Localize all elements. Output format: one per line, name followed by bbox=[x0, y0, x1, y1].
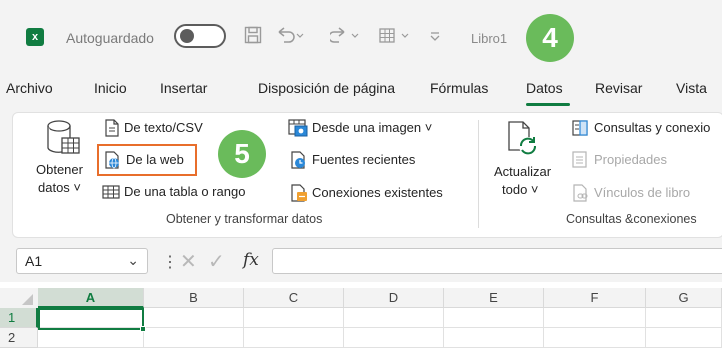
tab-revisar[interactable]: Revisar bbox=[595, 80, 642, 96]
excel-logo-icon: x bbox=[26, 28, 44, 46]
cell[interactable] bbox=[144, 328, 244, 348]
tab-archivo[interactable]: Archivo bbox=[6, 80, 53, 96]
properties-button[interactable]: Propiedades bbox=[594, 152, 667, 167]
image-icon bbox=[288, 119, 308, 142]
from-table-range-button[interactable]: De una tabla o rango bbox=[124, 184, 245, 199]
toggle-knob bbox=[180, 29, 194, 43]
cell[interactable] bbox=[144, 308, 244, 328]
row-header-2[interactable]: 2 bbox=[0, 328, 38, 348]
refresh-all-label-1[interactable]: Actualizar bbox=[494, 164, 551, 179]
book-links-button[interactable]: Vínculos de libro bbox=[594, 185, 690, 200]
fill-handle[interactable] bbox=[140, 326, 146, 332]
insert-function-icon[interactable]: fx bbox=[243, 250, 259, 270]
cell[interactable] bbox=[244, 308, 344, 328]
refresh-all-label-2[interactable]: todo ˅ bbox=[502, 182, 539, 197]
existing-connections-button[interactable]: Conexiones existentes bbox=[312, 185, 443, 200]
step-4-badge: 4 bbox=[526, 14, 574, 62]
autosave-label: Autoguardado bbox=[66, 30, 154, 46]
properties-icon bbox=[572, 151, 588, 174]
text-csv-icon bbox=[104, 119, 120, 142]
existing-connections-icon bbox=[290, 184, 308, 207]
column-header-d[interactable]: D bbox=[344, 288, 444, 308]
from-image-button[interactable]: Desde una imagen ˅ bbox=[312, 120, 432, 135]
cell[interactable] bbox=[38, 328, 144, 348]
cell[interactable] bbox=[444, 328, 544, 348]
cell[interactable] bbox=[244, 328, 344, 348]
refresh-all-icon[interactable] bbox=[506, 120, 540, 163]
tab-disposicion[interactable]: Disposición de página bbox=[258, 80, 395, 96]
save-icon[interactable] bbox=[244, 26, 262, 49]
cancel-icon[interactable]: ✕ bbox=[180, 249, 197, 274]
name-box[interactable]: A1 ⌄ bbox=[16, 248, 148, 274]
tab-datos[interactable]: Datos bbox=[526, 80, 563, 96]
group-separator bbox=[478, 120, 479, 228]
cell[interactable] bbox=[544, 308, 646, 328]
recent-sources-icon bbox=[290, 151, 308, 174]
cell[interactable] bbox=[344, 308, 444, 328]
undo-icon[interactable] bbox=[275, 26, 305, 51]
format-table-icon[interactable] bbox=[378, 26, 412, 51]
book-links-icon bbox=[572, 184, 590, 207]
queries-connections-icon bbox=[572, 119, 590, 142]
cell[interactable] bbox=[646, 328, 722, 348]
column-header-f[interactable]: F bbox=[544, 288, 646, 308]
recent-sources-button[interactable]: Fuentes recientes bbox=[312, 152, 415, 167]
column-header-a[interactable]: A bbox=[38, 288, 144, 308]
tab-inicio[interactable]: Inicio bbox=[94, 80, 127, 96]
name-box-value: A1 bbox=[25, 253, 43, 269]
get-transform-group-label: Obtener y transformar datos bbox=[166, 212, 323, 226]
from-web-highlight bbox=[97, 144, 197, 176]
from-text-csv-button[interactable]: De texto/CSV bbox=[124, 120, 203, 135]
tab-vista[interactable]: Vista bbox=[676, 80, 707, 96]
more-options-icon[interactable]: ⋮ bbox=[162, 252, 178, 272]
tab-insertar[interactable]: Insertar bbox=[160, 80, 207, 96]
document-title: Libro1 bbox=[471, 31, 508, 46]
enter-check-icon[interactable]: ✓ bbox=[208, 249, 225, 274]
cell[interactable] bbox=[444, 308, 544, 328]
row-header-1[interactable]: 1 bbox=[0, 308, 38, 328]
column-header-c[interactable]: C bbox=[244, 288, 344, 308]
redo-icon[interactable] bbox=[328, 26, 360, 51]
formula-input[interactable] bbox=[272, 248, 722, 274]
tab-formulas[interactable]: Fórmulas bbox=[430, 80, 488, 96]
active-tab-indicator bbox=[526, 103, 570, 106]
column-header-g[interactable]: G bbox=[646, 288, 722, 308]
select-all-triangle-icon bbox=[22, 294, 33, 305]
column-header-b[interactable]: B bbox=[144, 288, 244, 308]
cell[interactable] bbox=[646, 308, 722, 328]
cell[interactable] bbox=[544, 328, 646, 348]
get-data-label-1[interactable]: Obtener bbox=[36, 162, 83, 177]
chevron-down-icon[interactable]: ⌄ bbox=[127, 252, 139, 269]
step-5-badge: 5 bbox=[218, 130, 266, 178]
column-header-e[interactable]: E bbox=[444, 288, 544, 308]
active-cell-a1[interactable] bbox=[38, 308, 144, 330]
cell[interactable] bbox=[344, 328, 444, 348]
get-data-icon[interactable] bbox=[44, 118, 82, 163]
autosave-toggle[interactable] bbox=[174, 24, 226, 48]
queries-connections-button[interactable]: Consultas y conexio bbox=[594, 120, 710, 135]
customize-toolbar-icon[interactable] bbox=[428, 26, 442, 51]
queries-group-label: Consultas &conexiones bbox=[566, 212, 697, 226]
get-data-label-2[interactable]: datos ˅ bbox=[38, 180, 81, 195]
table-range-icon bbox=[102, 184, 120, 205]
